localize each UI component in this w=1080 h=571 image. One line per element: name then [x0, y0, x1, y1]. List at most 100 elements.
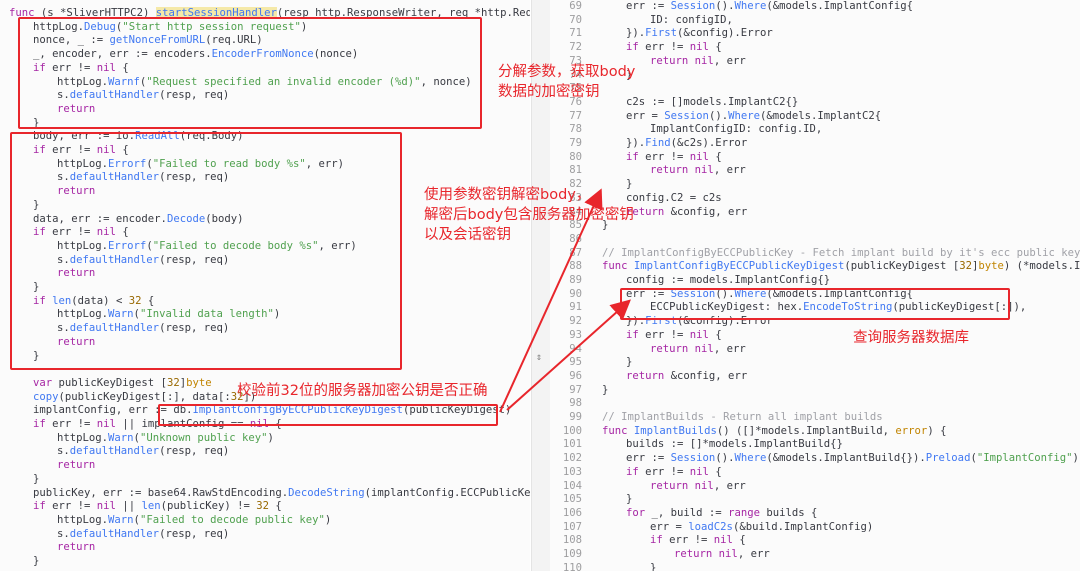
- left-code-line[interactable]: var publicKeyDigest [32]byte: [9, 377, 212, 391]
- annotation-check-pubkey: 校验前32位的服务器加密公钥是否正确: [237, 383, 488, 399]
- line-number: 101: [562, 438, 582, 451]
- right-code-line[interactable]: 80 if err != nil {: [550, 151, 721, 165]
- line-number: 81: [569, 164, 582, 177]
- right-code-line[interactable]: 104 return nil, err: [550, 480, 746, 494]
- right-code-line[interactable]: 69 err := Session().Where(&models.Implant…: [550, 0, 913, 14]
- left-code-line[interactable]: _, encoder, err := encoders.EncoderFromN…: [9, 48, 358, 62]
- code-text: httpLog.Warn("Failed to decode public ke…: [57, 513, 332, 526]
- left-editor-pane[interactable]: func (s *SliverHTTPC2) startSessionHandl…: [0, 0, 530, 571]
- left-code-line[interactable]: }: [9, 473, 39, 487]
- left-code-line[interactable]: if err != nil {: [9, 62, 129, 76]
- right-code-line[interactable]: 70 ID: configID,: [550, 14, 733, 28]
- left-code-line[interactable]: return: [9, 103, 95, 117]
- code-text: s.defaultHandler(resp, req): [57, 445, 230, 458]
- right-code-line[interactable]: 89 config := models.ImplantConfig{}: [550, 274, 830, 288]
- left-code-line[interactable]: }: [9, 350, 39, 364]
- left-code-line[interactable]: httpLog.Warn("Unknown public key"): [9, 432, 274, 446]
- left-code-line[interactable]: func (s *SliverHTTPC2) startSessionHandl…: [9, 7, 530, 21]
- left-code-line[interactable]: return: [9, 267, 95, 281]
- right-code-line[interactable]: 94 return nil, err: [550, 343, 745, 357]
- right-code-line[interactable]: 91 ECCPublicKeyDigest: hex.EncodeToString…: [550, 301, 1026, 315]
- right-code-line[interactable]: 102 err := Session().Where(&models.Implan…: [550, 452, 1080, 466]
- left-code-line[interactable]: body, err := io.ReadAll(req.Body): [9, 130, 244, 144]
- left-code-line[interactable]: }: [9, 117, 39, 131]
- left-code-line[interactable]: }: [9, 199, 39, 213]
- left-code-line[interactable]: if err != nil {: [9, 226, 129, 240]
- right-code-line[interactable]: 88 func ImplantConfigByECCPublicKeyDigest…: [550, 260, 1080, 274]
- line-number: 103: [562, 465, 582, 478]
- left-code-line[interactable]: httpLog.Errorf("Failed to read body %s",…: [9, 158, 344, 172]
- split-handle-icon[interactable]: ⇕: [536, 352, 542, 363]
- code-text: copy(publicKeyDigest[:], data[:32]): [33, 390, 257, 403]
- right-code-line[interactable]: 78 ImplantConfigID: config.ID,: [550, 123, 822, 137]
- left-code-line[interactable]: copy(publicKeyDigest[:], data[:32]): [9, 391, 256, 405]
- left-code-line[interactable]: httpLog.Debug("Start http session reques…: [9, 21, 307, 35]
- left-code-line[interactable]: httpLog.Warn("Invalid data length"): [9, 308, 280, 322]
- code-text: }: [33, 472, 40, 485]
- left-code-line[interactable]: s.defaultHandler(resp, req): [9, 171, 229, 185]
- right-code-line[interactable]: 107 err = loadC2s(&build.ImplantConfig): [550, 521, 873, 535]
- code-text: return nil, err: [674, 548, 770, 560]
- right-code-line[interactable]: 100 func ImplantBuilds() ([]*models.Impla…: [550, 425, 947, 439]
- left-code-line[interactable]: if err != nil || len(publicKey) != 32 {: [9, 500, 282, 514]
- left-code-line[interactable]: httpLog.Warn("Failed to decode public ke…: [9, 514, 331, 528]
- code-text: httpLog.Errorf("Failed to read body %s",…: [57, 157, 345, 170]
- right-code-line[interactable]: 90 err := Session().Where(&models.Implant…: [550, 288, 913, 302]
- left-code-line[interactable]: s.defaultHandler(resp, req): [9, 445, 229, 459]
- left-code-line[interactable]: s.defaultHandler(resp, req): [9, 528, 229, 542]
- right-code-line[interactable]: 81 return nil, err: [550, 164, 745, 178]
- left-code-line[interactable]: s.defaultHandler(resp, req): [9, 322, 229, 336]
- code-text: nonce, _ := getNonceFromURL(req.URL): [33, 34, 263, 47]
- right-code-line[interactable]: 110}: [550, 561, 657, 571]
- right-code-line[interactable]: 72 if err != nil {: [550, 41, 721, 55]
- right-code-line[interactable]: 92}).First(&config).Error: [550, 315, 772, 329]
- left-code-line[interactable]: implantConfig, err := db.ImplantConfigBy…: [9, 404, 511, 418]
- right-code-line[interactable]: 106 for _, build := range builds {: [550, 506, 818, 521]
- code-text: httpLog.Debug("Start http session reques…: [33, 20, 308, 33]
- right-code-line[interactable]: 109 return nil, err: [550, 548, 770, 562]
- code-text: for _, build := range builds {: [626, 506, 818, 519]
- left-code-line[interactable]: httpLog.Errorf("Failed to decode body %s…: [9, 240, 357, 254]
- line-number: 99: [569, 411, 582, 423]
- code-text: err = Session().Where(&models.ImplantC2{: [626, 109, 882, 122]
- left-code-line[interactable]: publicKey, err := base64.RawStdEncoding.…: [9, 487, 530, 501]
- code-text: err := Session().Where(&models.ImplantBu…: [626, 452, 1080, 465]
- line-number: 93: [569, 328, 582, 341]
- left-code-line[interactable]: if err != nil {: [9, 144, 129, 158]
- left-code-line[interactable]: nonce, _ := getNonceFromURL(req.URL): [9, 34, 263, 48]
- left-code-line[interactable]: return: [9, 185, 95, 199]
- right-code-line[interactable]: 98: [550, 397, 602, 411]
- left-code-line[interactable]: return: [9, 336, 95, 350]
- right-code-line[interactable]: 105}: [550, 493, 633, 507]
- right-code-line[interactable]: 93 if err != nil {: [550, 328, 721, 343]
- right-code-line[interactable]: 79 }).Find(&c2s).Error: [550, 137, 747, 151]
- code-text: return: [57, 102, 96, 115]
- left-code-line[interactable]: if len(data) < 32 {: [9, 295, 154, 309]
- left-code-line[interactable]: }: [9, 281, 39, 295]
- right-code-line[interactable]: 101 builds := []*models.ImplantBuild{}: [550, 438, 843, 452]
- right-code-line[interactable]: 96 return &config, err: [550, 370, 747, 384]
- left-code-line[interactable]: }: [9, 555, 39, 569]
- left-code-line[interactable]: return: [9, 459, 95, 473]
- right-code-line[interactable]: 95}: [550, 356, 632, 370]
- left-code-line[interactable]: return: [9, 541, 95, 555]
- left-code-line[interactable]: data, err := encoder.Decode(body): [9, 213, 244, 227]
- left-code-line[interactable]: s.defaultHandler(resp, req): [9, 254, 229, 268]
- right-code-line[interactable]: 71}).First(&config).Error: [550, 27, 772, 41]
- right-code-line[interactable]: 97}: [550, 384, 608, 398]
- right-code-line[interactable]: 87 // ImplantConfigByECCPublicKey - Fetch…: [550, 247, 1080, 261]
- left-code-line[interactable]: httpLog.Warnf("Request specified an inva…: [9, 76, 472, 90]
- left-code-line[interactable]: s.defaultHandler(resp, req): [9, 89, 229, 103]
- code-text: if err != nil {: [650, 534, 746, 547]
- right-code-line[interactable]: 108 if err != nil {: [550, 534, 746, 548]
- right-code-line[interactable]: 103 if err != nil {: [550, 466, 722, 480]
- right-code-line[interactable]: 77 err = Session().Where(&models.ImplantC…: [550, 110, 881, 124]
- code-text: }).Find(&c2s).Error: [626, 137, 748, 149]
- code-text: s.defaultHandler(resp, req): [57, 171, 230, 184]
- right-code-line[interactable]: 99 // ImplantBuilds - Return all implant …: [550, 411, 882, 425]
- line-number: 110: [562, 561, 582, 571]
- code-text: }: [650, 561, 657, 571]
- line-number: 79: [569, 137, 582, 149]
- code-text: if err != nil {: [33, 61, 129, 74]
- left-code-line[interactable]: if err != nil || implantConfig == nil {: [9, 418, 282, 432]
